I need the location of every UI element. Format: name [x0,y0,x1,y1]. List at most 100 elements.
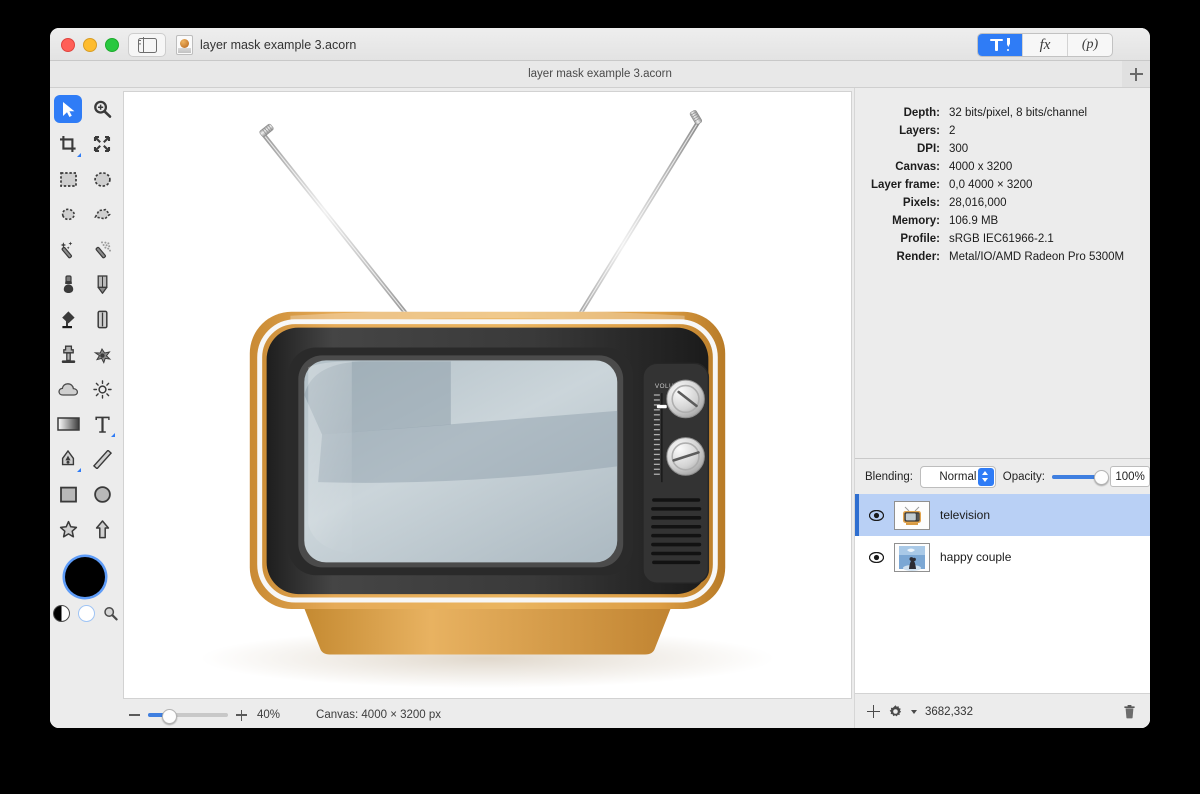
arrow-shape-tool[interactable] [88,515,116,543]
zoom-button[interactable] [105,38,119,52]
magnifier-plus-icon [93,100,111,118]
pencil-tool[interactable] [88,270,116,298]
info-row: Depth: 32 bits/pixel, 8 bits/channel [855,104,1130,122]
layer-row-television[interactable]: television [855,494,1150,536]
transform-arrows-icon [93,135,111,153]
crop-tool[interactable] [54,130,82,158]
info-value: 106.9 MB [949,215,999,227]
trash-icon[interactable] [1123,704,1136,719]
ellipse-shape-tool[interactable] [88,480,116,508]
zoom-in-button[interactable] [236,709,247,721]
zoom-out-button[interactable] [129,710,140,721]
gradient-tool[interactable] [54,410,82,438]
magic-wand-tool[interactable] [54,235,82,263]
tv-knob-lower [666,437,705,476]
color-picker-icon[interactable] [103,606,118,621]
sun-dodge-icon [92,379,112,399]
blending-mode-select[interactable]: Normal [919,465,996,488]
pen-tool[interactable] [54,445,82,473]
info-label: Pixels: [902,197,940,209]
layer-name: television [940,508,991,522]
television-artwork: VOLUME [200,110,775,689]
window-body: VOLUME 40% Canvas: 4000 × 3200 px Depth:… [50,88,1150,728]
info-row: Layers: 2 [855,122,1130,140]
zoom-slider-knob[interactable] [162,708,177,724]
blending-controls: Blending: Normal Opacity: 100% [855,459,1150,494]
opacity-slider-knob[interactable] [1094,470,1110,485]
television-thumbnail [894,500,930,530]
opacity-slider[interactable] [1051,470,1110,485]
layer-name: happy couple [940,550,1012,564]
rectangular-select-tool[interactable] [54,165,82,193]
minimize-button[interactable] [83,38,97,52]
transform-tool[interactable] [88,130,116,158]
segment-palettes[interactable]: (p) [1068,34,1112,56]
opacity-field[interactable]: 100% [1110,466,1150,487]
eye-visibility-icon[interactable] [869,551,884,563]
lasso-icon [61,207,75,220]
image-canvas[interactable]: VOLUME [123,91,852,699]
polygon-lasso-icon [93,208,111,220]
window-titlebar: layer mask example 3.acorn fx (p) [50,28,1150,61]
smudge-tool[interactable] [88,340,116,368]
info-label: Depth: [903,107,940,119]
document-tab[interactable]: layer mask example 3.acorn [50,61,1150,87]
line-icon [92,449,112,469]
ellipse-icon [93,485,111,503]
blur-tool[interactable] [54,375,82,403]
info-row: Memory: 106.9 MB [855,212,1130,230]
tools-pen-icon [990,38,1010,52]
swap-colors-icon[interactable] [52,605,70,622]
polygon-select-tool[interactable] [88,200,116,228]
text-tool[interactable] [88,410,116,438]
chevron-updown-icon[interactable] [977,467,994,486]
antenna-right [569,110,703,330]
sidebar-toggle-button[interactable] [128,33,166,57]
clone-stamp-tool[interactable] [54,340,82,368]
instant-alpha-tool[interactable] [88,235,116,263]
gear-icon[interactable] [888,704,903,719]
foreground-color-swatch[interactable] [65,557,105,597]
chevron-down-icon[interactable] [911,709,917,714]
plus-icon [1129,67,1143,81]
info-value: 4000 x 3200 [949,161,1013,173]
move-tool[interactable] [54,95,82,123]
pencil-icon [97,274,107,294]
segment-tools[interactable] [978,34,1023,56]
info-label: Profile: [900,233,940,245]
add-layer-button[interactable] [867,705,880,718]
add-tab-button[interactable] [1122,61,1150,87]
info-value: 0,0 4000 × 3200 [949,179,1033,191]
brush-tool[interactable] [54,270,82,298]
canvas-area: VOLUME 40% Canvas: 4000 × 3200 px [120,88,855,728]
default-colors-icon[interactable] [77,605,95,622]
eraser-tool[interactable] [88,305,116,333]
elliptical-select-tool[interactable] [88,165,116,193]
antenna-left [259,123,420,330]
rect-marquee-icon [59,171,77,187]
layer-row-happy-couple[interactable]: happy couple [855,536,1150,578]
eye-visibility-icon[interactable] [869,509,884,521]
lasso-select-tool[interactable] [54,200,82,228]
zoom-tool[interactable] [88,95,116,123]
segment-filters[interactable]: fx [1023,34,1068,56]
info-row: Canvas: 4000 x 3200 [855,158,1130,176]
magic-wand-icon [60,241,72,258]
opacity-label: Opacity: [1002,470,1045,483]
clone-stamp-icon [61,345,75,363]
document-identity[interactable]: layer mask example 3.acorn [176,35,356,55]
rectangle-icon [59,486,77,502]
tv-knob-upper [666,379,705,419]
fx-icon: fx [1039,36,1051,53]
layers-list: television happy couple [855,494,1150,694]
star-shape-tool[interactable] [54,515,82,543]
rectangle-shape-tool[interactable] [54,480,82,508]
paint-bucket-tool[interactable] [54,305,82,333]
close-button[interactable] [61,38,75,52]
toolbar-segmented-control: fx (p) [977,33,1113,57]
blending-mode-value: Normal [939,470,977,483]
line-tool[interactable] [88,445,116,473]
dodge-tool[interactable] [88,375,116,403]
info-row: Pixels: 28,016,000 [855,194,1130,212]
zoom-slider[interactable] [148,708,228,724]
